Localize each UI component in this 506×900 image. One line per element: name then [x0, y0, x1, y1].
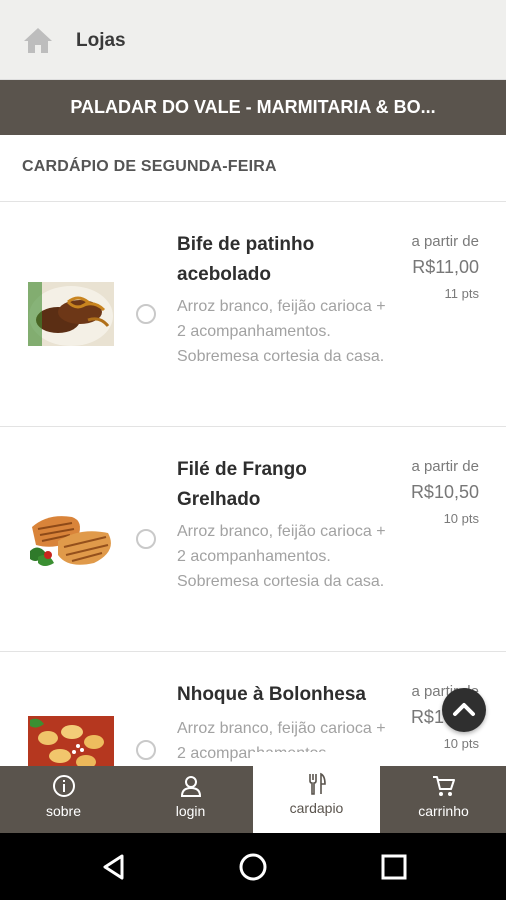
bottom-tab-bar: sobre login cardapio carrinho	[0, 752, 506, 833]
dish-name: Bife de patinho acebolado	[177, 234, 315, 285]
dish-price: R$10,50	[410, 482, 479, 502]
tab-cardapio[interactable]: cardapio	[253, 752, 380, 833]
recents-icon[interactable]	[378, 851, 410, 883]
menu-item[interactable]: Filé de Frango Grelhado Arroz branco, fe…	[0, 427, 506, 652]
dish-description: Arroz branco, feijão carioca + 2 acompan…	[177, 298, 386, 365]
tab-label: login	[175, 803, 206, 819]
dish-points: 10 pts	[443, 736, 479, 751]
select-radio[interactable]	[136, 529, 156, 549]
dish-price: R$11,00	[412, 257, 479, 277]
top-app-bar: Lojas	[0, 0, 506, 80]
store-name-banner: PALADAR DO VALE - MARMITARIA & BO...	[0, 80, 506, 135]
select-radio[interactable]	[136, 740, 156, 760]
dish-name: Nhoque à Bolonhesa	[177, 684, 366, 705]
menu-item[interactable]: Bife de patinho acebolado Arroz branco, …	[0, 202, 506, 427]
section-title: CARDÁPIO DE SEGUNDA-FEIRA	[22, 158, 277, 175]
tab-label: cardapio	[289, 800, 344, 816]
tab-label: carrinho	[418, 803, 469, 819]
select-radio[interactable]	[136, 304, 156, 324]
tab-carrinho[interactable]: carrinho	[380, 766, 506, 833]
system-navigation-bar	[0, 833, 506, 900]
tab-sobre[interactable]: sobre	[0, 766, 127, 833]
home-circle-icon[interactable]	[237, 851, 269, 883]
page-title: Lojas	[76, 30, 126, 51]
dish-name: Filé de Frango Grelhado	[177, 459, 307, 510]
back-icon[interactable]	[98, 851, 130, 883]
user-icon	[180, 776, 201, 797]
home-icon[interactable]	[22, 24, 54, 56]
dish-description: Arroz branco, feijão carioca + 2 acompan…	[177, 523, 386, 590]
dish-points: 10 pts	[443, 511, 479, 526]
chevron-up-icon	[453, 703, 475, 716]
tab-label: sobre	[45, 803, 82, 819]
info-icon	[52, 775, 75, 797]
cutlery-icon	[308, 772, 326, 795]
dish-photo	[28, 507, 114, 571]
tab-login[interactable]: login	[127, 766, 254, 833]
dish-photo	[28, 282, 114, 346]
scroll-top-button[interactable]	[442, 688, 486, 732]
cart-icon	[432, 776, 455, 796]
dish-points: 11 pts	[444, 286, 479, 301]
price-prefix: a partir de	[411, 233, 479, 250]
menu-section-header: CARDÁPIO DE SEGUNDA-FEIRA	[0, 135, 506, 202]
price-prefix: a partir de	[411, 458, 479, 475]
